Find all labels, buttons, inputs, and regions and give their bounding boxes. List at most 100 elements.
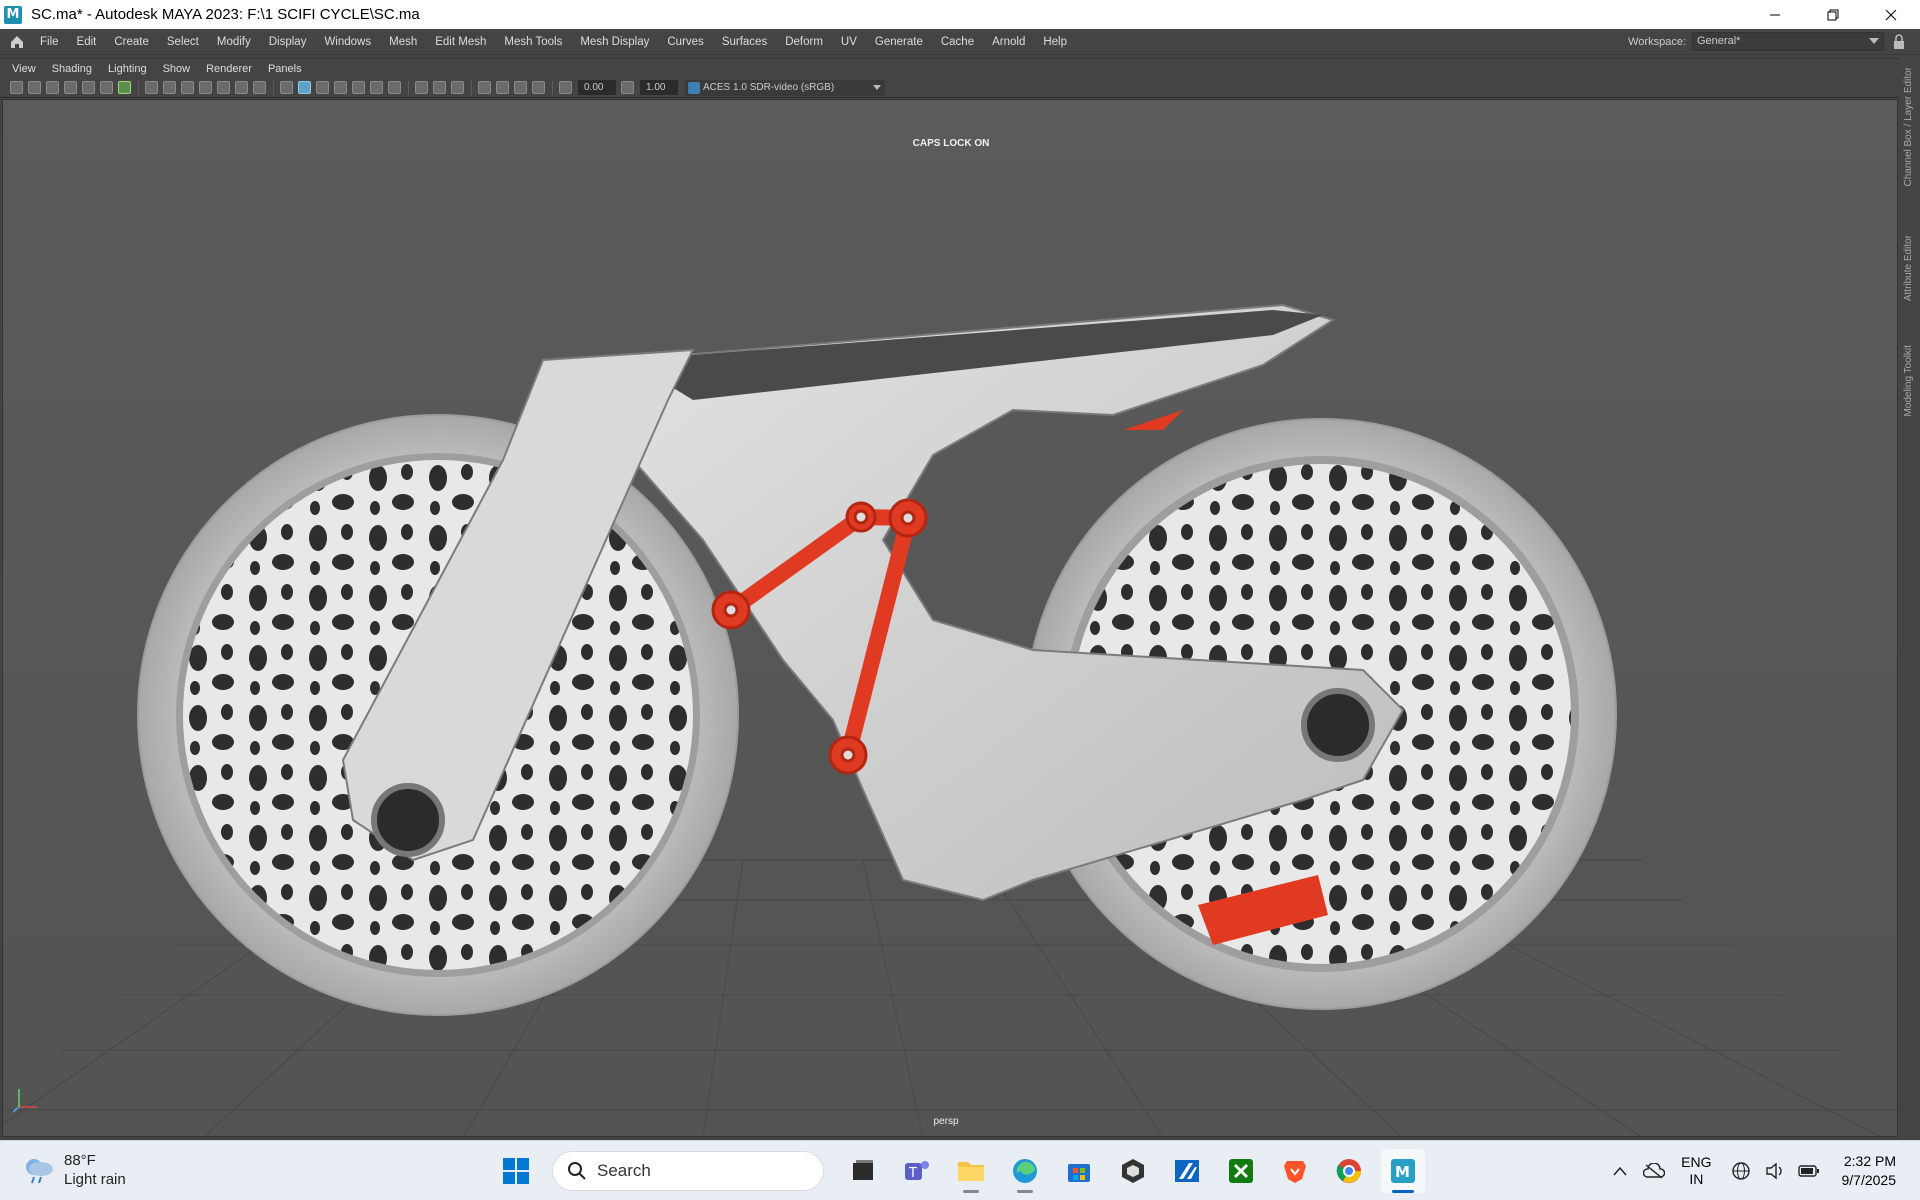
battery-status[interactable]	[1797, 1160, 1820, 1182]
home-button[interactable]	[6, 32, 28, 52]
globe-icon	[1731, 1162, 1750, 1180]
film-gate-icon[interactable]	[163, 81, 176, 94]
menu-file[interactable]: File	[28, 36, 68, 48]
panel-menu-renderer[interactable]: Renderer	[198, 63, 260, 75]
exposure-field[interactable]: 0.00	[578, 80, 616, 95]
color-space-dropdown[interactable]: ACES 1.0 SDR-video (sRGB)	[685, 79, 885, 96]
3d-viewport[interactable]: CAPS LOCK ON persp	[2, 99, 1898, 1137]
menu-generate[interactable]: Generate	[866, 36, 932, 48]
smooth-shade-icon[interactable]	[298, 81, 311, 94]
restore-icon	[1827, 9, 1839, 20]
menu-edit-mesh[interactable]: Edit Mesh	[426, 36, 495, 48]
isolate-select-icon[interactable]	[478, 81, 491, 94]
workspace-dropdown[interactable]: General*	[1692, 32, 1884, 51]
menu-mesh-display[interactable]: Mesh Display	[571, 36, 658, 48]
taskbar-apps: Search T M	[496, 1141, 1430, 1200]
menu-deform[interactable]: Deform	[776, 36, 832, 48]
camera-select-icon[interactable]	[10, 81, 23, 94]
anti-aliasing-icon[interactable]	[433, 81, 446, 94]
scene-render[interactable]	[3, 100, 1898, 1137]
minimize-icon	[1770, 14, 1780, 15]
main-menu-bar: File Edit Create Select Modify Display W…	[0, 29, 1920, 55]
teams-app[interactable]: T	[895, 1149, 939, 1193]
wireframe-on-shaded-icon[interactable]	[316, 81, 329, 94]
panel-menu-view[interactable]: View	[0, 63, 44, 75]
resolution-gate-icon[interactable]	[181, 81, 194, 94]
menu-cache[interactable]: Cache	[932, 36, 983, 48]
edge-app[interactable]	[1003, 1149, 1047, 1193]
xray-joints-icon[interactable]	[514, 81, 527, 94]
backface-culling-icon[interactable]	[532, 81, 545, 94]
use-lights-icon[interactable]	[352, 81, 365, 94]
grease-pencil-icon[interactable]	[100, 81, 113, 94]
menu-mesh-tools[interactable]: Mesh Tools	[495, 36, 571, 48]
menu-modify[interactable]: Modify	[208, 36, 260, 48]
menu-arnold[interactable]: Arnold	[983, 36, 1034, 48]
exposure-icon[interactable]	[559, 81, 572, 94]
start-button[interactable]	[496, 1151, 536, 1191]
panel-menu-panels[interactable]: Panels	[260, 63, 310, 75]
tab-channel-box[interactable]: Channel Box / Layer Editor	[1903, 67, 1917, 187]
store-app[interactable]	[1057, 1149, 1101, 1193]
menu-display[interactable]: Display	[260, 36, 316, 48]
taskbar-search[interactable]: Search	[552, 1151, 824, 1191]
show-hidden-icons-button[interactable]	[1609, 1160, 1631, 1182]
running-indicator	[1392, 1190, 1414, 1193]
panel-menu-show[interactable]: Show	[155, 63, 199, 75]
system-clock[interactable]: 2:32 PM 9/7/2025	[1842, 1152, 1897, 1190]
menu-windows[interactable]: Windows	[315, 36, 380, 48]
file-explorer-app[interactable]	[949, 1149, 993, 1193]
menu-help[interactable]: Help	[1034, 36, 1076, 48]
shadows-icon[interactable]	[370, 81, 383, 94]
bookmark-icon[interactable]	[46, 81, 59, 94]
camera-attributes-icon[interactable]	[28, 81, 41, 94]
menu-edit[interactable]: Edit	[68, 36, 106, 48]
xray-icon[interactable]	[496, 81, 509, 94]
maya-app[interactable]: M	[1381, 1149, 1425, 1193]
snap-icon[interactable]	[118, 81, 131, 94]
unity-app[interactable]	[1111, 1149, 1155, 1193]
tab-modeling-toolkit[interactable]: Modeling Toolkit	[1903, 345, 1917, 417]
menu-surfaces[interactable]: Surfaces	[713, 36, 776, 48]
network-status[interactable]	[1730, 1160, 1752, 1182]
safe-title-icon[interactable]	[253, 81, 266, 94]
gamma-icon[interactable]	[621, 81, 634, 94]
panel-menu-shading[interactable]: Shading	[44, 63, 100, 75]
gate-mask-icon[interactable]	[199, 81, 212, 94]
chrome-app[interactable]	[1327, 1149, 1371, 1193]
tab-attribute-editor[interactable]: Attribute Editor	[1903, 235, 1917, 301]
grid-icon[interactable]	[145, 81, 158, 94]
maya-app-icon[interactable]: M	[4, 5, 22, 24]
depth-of-field-icon[interactable]	[451, 81, 464, 94]
task-view-button[interactable]	[841, 1149, 885, 1193]
menu-uv[interactable]: UV	[832, 36, 866, 48]
close-button[interactable]	[1862, 0, 1920, 29]
restore-button[interactable]	[1804, 0, 1862, 29]
menu-create[interactable]: Create	[105, 36, 158, 48]
xbox-app[interactable]	[1219, 1149, 1263, 1193]
autodesk-app[interactable]	[1165, 1149, 1209, 1193]
field-chart-icon[interactable]	[217, 81, 230, 94]
camera-name-label: persp	[933, 1116, 959, 1127]
volume-control[interactable]	[1764, 1160, 1786, 1182]
wireframe-icon[interactable]	[280, 81, 293, 94]
textured-icon[interactable]	[334, 81, 347, 94]
keyboard-region: IN	[1689, 1171, 1704, 1187]
brave-app[interactable]	[1273, 1149, 1317, 1193]
image-plane-icon[interactable]	[64, 81, 77, 94]
menu-curves[interactable]: Curves	[658, 36, 712, 48]
ambient-occlusion-icon[interactable]	[388, 81, 401, 94]
onedrive-status[interactable]	[1643, 1160, 1666, 1182]
safe-action-icon[interactable]	[235, 81, 248, 94]
color-space-value: ACES 1.0 SDR-video (sRGB)	[703, 81, 835, 93]
weather-widget[interactable]: 88°F Light rain	[22, 1151, 126, 1189]
gamma-field[interactable]: 1.00	[640, 80, 678, 95]
lock-icon[interactable]	[1892, 33, 1906, 50]
menu-select[interactable]: Select	[158, 36, 208, 48]
language-indicator[interactable]: ENG IN	[1681, 1154, 1711, 1188]
two-d-pan-icon[interactable]	[82, 81, 95, 94]
menu-mesh[interactable]: Mesh	[380, 36, 426, 48]
motion-blur-icon[interactable]	[415, 81, 428, 94]
minimize-button[interactable]	[1746, 0, 1804, 29]
panel-menu-lighting[interactable]: Lighting	[100, 63, 155, 75]
